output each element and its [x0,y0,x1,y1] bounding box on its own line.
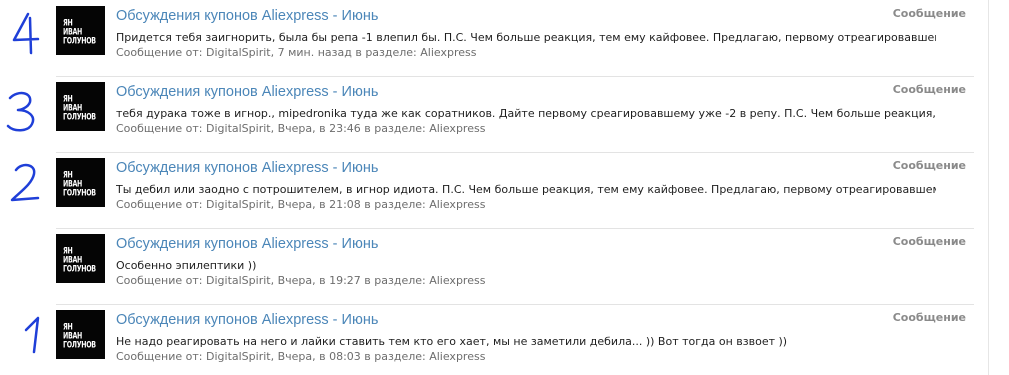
meta-prefix: Сообщение от: [116,122,206,135]
result-type-label: Сообщение [892,83,966,96]
result-item: ЯН ИВАН ГОЛУНОВ Обсуждения купонов Aliex… [44,152,974,229]
handwritten-numbers-drawing [6,12,40,354]
meta-prefix: Сообщение от: [116,350,206,363]
result-meta: Сообщение от: DigitalSpirit, Вчера, в 08… [116,350,485,363]
section-link[interactable]: Aliexpress [420,46,476,59]
result-snippet: Не надо реагировать на него и лайки став… [116,335,788,348]
author-link[interactable]: DigitalSpirit [206,46,271,59]
result-title-link[interactable]: Обсуждения купонов Aliexpress - Июнь [116,8,378,24]
result-title-link[interactable]: Обсуждения купонов Aliexpress - Июнь [116,312,378,328]
result-item: ЯН ИВАН ГОЛУНОВ Обсуждения купонов Aliex… [44,0,974,77]
section-link[interactable]: Aliexpress [429,122,485,135]
section-link[interactable]: Aliexpress [429,350,485,363]
handwritten-number-4 [12,12,40,55]
handwritten-number-3 [6,91,35,132]
result-type-label: Сообщение [892,7,966,20]
result-snippet: Придется тебя заигнорить, была бы репа -… [116,31,936,44]
meta-time: , Вчера, в 19:27 в разделе: [270,274,430,287]
section-link[interactable]: Aliexpress [429,198,485,211]
section-link[interactable]: Aliexpress [429,274,485,287]
result-meta: Сообщение от: DigitalSpirit, Вчера, в 19… [116,274,485,287]
result-title-link[interactable]: Обсуждения купонов Aliexpress - Июнь [116,84,378,100]
avatar[interactable]: ЯН ИВАН ГОЛУНОВ [56,310,105,359]
result-title-link[interactable]: Обсуждения купонов Aliexpress - Июнь [116,236,378,252]
result-meta: Сообщение от: DigitalSpirit, Вчера, в 21… [116,198,485,211]
handwritten-number-1 [24,316,40,354]
avatar-logo: ЯН ИВАН ГОЛУНОВ [63,245,96,275]
result-meta: Сообщение от: DigitalSpirit, Вчера, в 23… [116,122,485,135]
avatar[interactable]: ЯН ИВАН ГОЛУНОВ [56,82,105,131]
result-type-label: Сообщение [892,159,966,172]
right-panel-border [988,0,989,375]
search-results-page: ЯН ИВАН ГОЛУНОВ Обсуждения купонов Aliex… [0,0,1009,375]
result-type-label: Сообщение [892,311,966,324]
meta-time: , Вчера, в 08:03 в разделе: [270,350,430,363]
avatar-logo: ЯН ИВАН ГОЛУНОВ [63,93,96,123]
meta-time: , Вчера, в 21:08 в разделе: [270,198,430,211]
avatar-logo: ЯН ИВАН ГОЛУНОВ [63,169,96,199]
result-meta: Сообщение от: DigitalSpirit, 7 мин. наза… [116,46,476,59]
avatar-logo: ЯН ИВАН ГОЛУНОВ [63,17,96,47]
meta-prefix: Сообщение от: [116,198,206,211]
avatar[interactable]: ЯН ИВАН ГОЛУНОВ [56,158,105,207]
meta-prefix: Сообщение от: [116,274,206,287]
avatar[interactable]: ЯН ИВАН ГОЛУНОВ [56,234,105,283]
result-type-label: Сообщение [892,235,966,248]
author-link[interactable]: DigitalSpirit [206,198,271,211]
result-snippet: Особенно эпилептики )) [116,259,257,272]
handwritten-number-2 [10,163,40,202]
result-item: ЯН ИВАН ГОЛУНОВ Обсуждения купонов Aliex… [44,304,974,375]
author-link[interactable]: DigitalSpirit [206,122,271,135]
avatar-logo: ЯН ИВАН ГОЛУНОВ [63,321,96,351]
result-snippet: тебя дурака тоже в игнор., mipedronika т… [116,107,936,120]
result-item: ЯН ИВАН ГОЛУНОВ Обсуждения купонов Aliex… [44,228,974,305]
author-link[interactable]: DigitalSpirit [206,350,271,363]
result-item: ЯН ИВАН ГОЛУНОВ Обсуждения купонов Aliex… [44,76,974,153]
result-title-link[interactable]: Обсуждения купонов Aliexpress - Июнь [116,160,378,176]
avatar[interactable]: ЯН ИВАН ГОЛУНОВ [56,6,105,55]
meta-prefix: Сообщение от: [116,46,206,59]
author-link[interactable]: DigitalSpirit [206,274,271,287]
handwritten-annotations [0,0,44,375]
meta-time: , Вчера, в 23:46 в разделе: [270,122,430,135]
meta-time: , 7 мин. назад в разделе: [270,46,421,59]
result-snippet: Ты дебил или заодно с потрошителем, в иг… [116,183,936,196]
